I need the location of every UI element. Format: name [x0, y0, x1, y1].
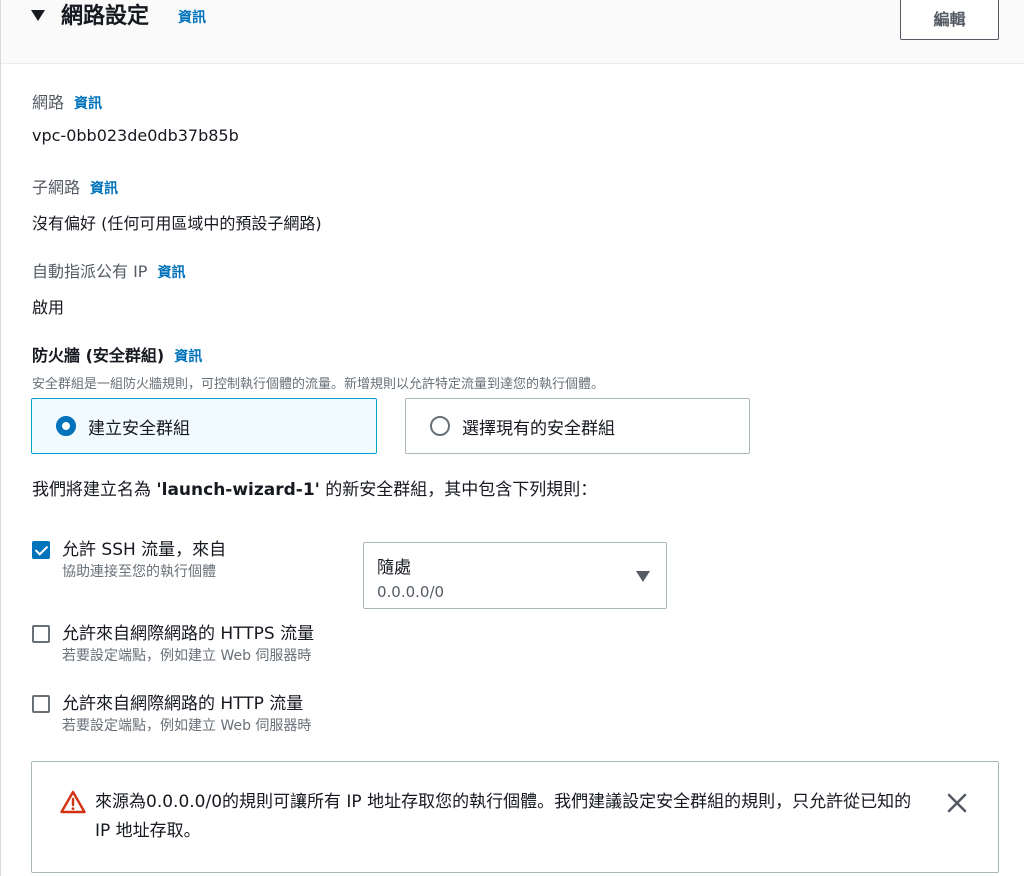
panel-title: 網路設定 — [61, 4, 150, 29]
ssh-rule-label: 允許 SSH 流量，來自 — [62, 540, 227, 560]
https-rule-label: 允許來自網際網路的 HTTPS 流量 — [62, 624, 315, 644]
public-ip-label: 自動指派公有 IP — [32, 262, 148, 281]
create-security-group-radio[interactable] — [56, 416, 76, 436]
subnet-label: 子網路 — [32, 178, 81, 197]
https-rule-row: 允許來自網際網路的 HTTPS 流量 若要設定端點，例如建立 Web 伺服器時 — [32, 623, 314, 667]
header-info-link[interactable]: 資訊 — [178, 8, 206, 28]
firewall-info-link[interactable]: 資訊 — [174, 346, 202, 366]
firewall-title: 防火牆 (安全群組) — [32, 346, 165, 365]
network-info-link[interactable]: 資訊 — [74, 93, 102, 113]
rule-note-prefix: 我們將建立名為 — [32, 480, 157, 500]
panel-header: 網路設定 資訊 編輯 — [1, 0, 1024, 64]
firewall-description: 安全群組是一組防火牆規則，可控制執行個體的流量。新增規則以允許特定流量到達您的執… — [32, 377, 605, 392]
ssh-rule-checkbox[interactable] — [32, 541, 50, 559]
edit-button[interactable]: 編輯 — [900, 0, 999, 40]
https-rule-description: 若要設定端點，例如建立 Web 伺服器時 — [62, 648, 312, 664]
http-rule-row: 允許來自網際網路的 HTTP 流量 若要設定端點，例如建立 Web 伺服器時 — [32, 693, 311, 737]
warning-alert: 來源為0.0.0.0/0的規則可讓所有 IP 地址存取您的執行個體。我們建議設定… — [31, 761, 999, 873]
select-existing-group-radio[interactable] — [430, 416, 450, 436]
create-security-group-label: 建立安全群組 — [88, 418, 190, 439]
select-existing-group-label: 選擇現有的安全群組 — [462, 418, 615, 439]
network-label-row: 網路 資訊 — [32, 89, 102, 113]
warning-icon — [60, 790, 86, 814]
ssh-source-select[interactable]: 隨處 0.0.0.0/0 — [363, 542, 667, 609]
network-value: vpc-0bb023de0db37b85b — [32, 126, 239, 145]
https-rule-checkbox[interactable] — [32, 625, 50, 643]
http-rule-checkbox[interactable] — [32, 695, 50, 713]
ssh-source-value: 0.0.0.0/0 — [377, 583, 445, 601]
subnet-info-link[interactable]: 資訊 — [90, 178, 118, 198]
public-ip-value: 啟用 — [32, 298, 65, 317]
http-rule-label: 允許來自網際網路的 HTTP 流量 — [62, 694, 304, 714]
collapse-caret-icon[interactable] — [31, 10, 45, 21]
create-security-group-tile[interactable]: 建立安全群組 — [31, 398, 377, 454]
public-ip-label-row: 自動指派公有 IP 資訊 — [32, 258, 185, 282]
firewall-label-row: 防火牆 (安全群組) 資訊 — [32, 342, 202, 366]
ssh-rule-row: 允許 SSH 流量，來自 協助連接至您的執行個體 — [32, 539, 226, 583]
warning-alert-text: 來源為0.0.0.0/0的規則可讓所有 IP 地址存取您的執行個體。我們建議設定… — [95, 792, 912, 841]
select-existing-group-tile[interactable]: 選擇現有的安全群組 — [405, 398, 750, 454]
rule-note-group-name: 'launch-wizard-1' — [156, 480, 320, 500]
subnet-value: 沒有偏好 (任何可用區域中的預設子網路) — [32, 214, 322, 233]
rule-note-suffix: 的新安全群組，其中包含下列規則： — [319, 480, 598, 500]
network-label: 網路 — [32, 93, 65, 112]
http-rule-description: 若要設定端點，例如建立 Web 伺服器時 — [62, 718, 312, 734]
subnet-label-row: 子網路 資訊 — [32, 174, 118, 198]
public-ip-info-link[interactable]: 資訊 — [157, 262, 185, 282]
network-settings-panel: 網路設定 資訊 編輯 網路 資訊 vpc-0bb023de0db37b85b 子… — [0, 0, 1024, 876]
ssh-rule-description: 協助連接至您的執行個體 — [62, 564, 216, 580]
ssh-source-label: 隨處 — [377, 558, 411, 578]
close-icon[interactable] — [945, 791, 969, 815]
chevron-down-icon[interactable] — [636, 571, 650, 582]
rule-note: 我們將建立名為 'launch-wizard-1' 的新安全群組，其中包含下列規… — [32, 475, 597, 500]
